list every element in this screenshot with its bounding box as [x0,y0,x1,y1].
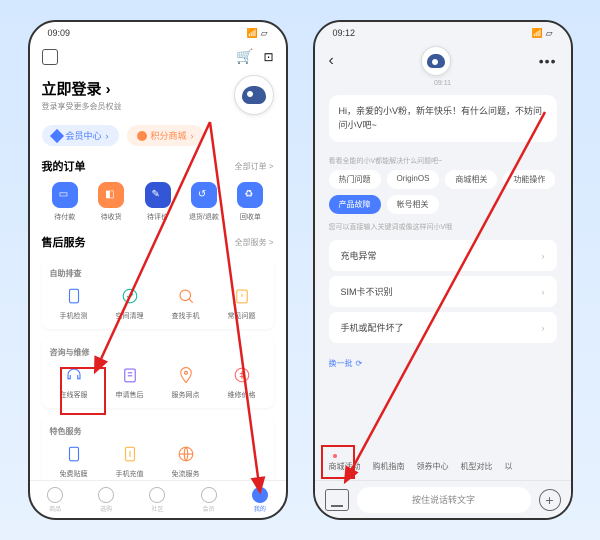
svc-faq[interactable]: 常见问题 [214,285,270,321]
order-pending-review[interactable]: ✎待评价 [134,182,180,222]
greeting-bubble: Hi，亲爱的小V粉，新年快乐！有什么问题，不妨问问小V吧~ [329,95,557,142]
svc-data-free[interactable]: 免流服务 [158,443,214,479]
svc-phone-check[interactable]: 手机检测 [46,285,102,321]
more-icon[interactable]: ••• [539,53,557,69]
tab-member[interactable]: 会员 [201,487,217,513]
tag[interactable]: 机型对比 [461,461,493,472]
avatar[interactable] [234,75,274,115]
hint-text-2: 您可以直接输入关键词或像这样问小V哦 [329,222,557,232]
pill-fault[interactable]: 产品故障 [329,195,381,214]
order-pending-receive[interactable]: ◧待收货 [88,182,134,222]
service-section: 售后服务全部服务 > 自助排查 手机检测 空间清理 查找手机 常见问题 咨询与维… [42,234,274,480]
status-bar: 09:09 📶 ▱ [30,22,286,44]
login-title[interactable]: 立即登录 › [42,78,122,99]
settings-icon[interactable] [42,49,58,65]
question-item[interactable]: SIM卡不识别› [329,276,557,307]
phone-screenshot-left: 09:09 📶 ▱ 🛒 ⊡ 立即登录 › 登录享受更多会员权益 会员中心 › 积… [28,20,288,520]
tab-mine[interactable]: 我的 [252,487,268,513]
svc-topup[interactable]: 手机充值 [102,443,158,479]
tag[interactable]: 以 [505,461,513,472]
keyboard-icon[interactable] [325,489,349,511]
svc-cleanup[interactable]: 空间清理 [102,285,158,321]
clock: 09:09 [48,28,71,38]
question-item[interactable]: 手机或配件坏了› [329,312,557,343]
tag[interactable]: 领券中心 [417,461,449,472]
member-center-chip[interactable]: 会员中心 › [42,125,119,146]
bot-avatar [421,46,451,76]
svc-screen-film[interactable]: 免费贴膜 [46,443,102,479]
order-pending-pay[interactable]: ▭待付款 [42,182,88,222]
question-item[interactable]: 充电异常› [329,240,557,271]
cart-icon[interactable]: 🛒 [236,48,253,65]
status-bar: 09:12 📶 ▱ [315,22,571,44]
clock: 09:12 [333,28,356,38]
svc-online-support[interactable]: 在线客服 [46,364,102,400]
chat-timestamp: 09:11 [315,80,571,87]
status-icons: 📶 ▱ [532,28,553,39]
tab-bar: 商品 选购 社区 会员 我的 [30,480,286,518]
tab-community[interactable]: 社区 [149,487,165,513]
tab-goods[interactable]: 商品 [47,487,63,513]
section-more[interactable]: 全部订单 > [235,161,274,172]
status-icons: 📶 ▱ [247,28,268,39]
points-mall-chip[interactable]: 积分商城 › [127,125,204,146]
tag[interactable]: 购机指南 [373,461,405,472]
tag[interactable]: 商城活动 [329,461,361,472]
pill-function[interactable]: 功能操作 [503,170,555,189]
pill-originos[interactable]: OriginOS [387,170,440,189]
badge-dot [333,454,337,458]
voice-input[interactable]: 按住说话转文字 [357,487,531,513]
pill-account[interactable]: 帐号相关 [387,195,439,214]
tab-shop[interactable]: 选购 [98,487,114,513]
scan-icon[interactable]: ⊡ [263,50,273,64]
orders-section: 我的订单 全部订单 > ▭待付款 ◧待收货 ✎待评价 ↺退货/退款 ♻回收单 [42,158,274,222]
phone-screenshot-right: 09:12 📶 ▱ ‹ ••• 09:11 Hi，亲爱的小V粉，新年快乐！有什么… [313,20,573,520]
quick-tags: 商城活动 购机指南 领券中心 机型对比 以 [315,453,571,480]
refresh-button[interactable]: 换一批 ⟳ [329,358,557,369]
pill-hot[interactable]: 热门问题 [329,170,381,189]
order-recycle[interactable]: ♻回收单 [227,182,273,222]
plus-icon[interactable]: + [539,489,561,511]
svc-apply-service[interactable]: 申请售后 [102,364,158,400]
svc-repair-price[interactable]: 维修价格 [214,364,270,400]
svc-locations[interactable]: 服务网点 [158,364,214,400]
hint-text: 看看全能的小V都能解决什么问题吧~ [329,156,557,166]
back-icon[interactable]: ‹ [329,52,334,70]
order-refund[interactable]: ↺退货/退款 [181,182,227,222]
login-subtitle: 登录享受更多会员权益 [42,101,122,112]
svc-find-phone[interactable]: 查找手机 [158,285,214,321]
section-title: 我的订单 [42,158,86,174]
pill-mall[interactable]: 商城相关 [445,170,497,189]
